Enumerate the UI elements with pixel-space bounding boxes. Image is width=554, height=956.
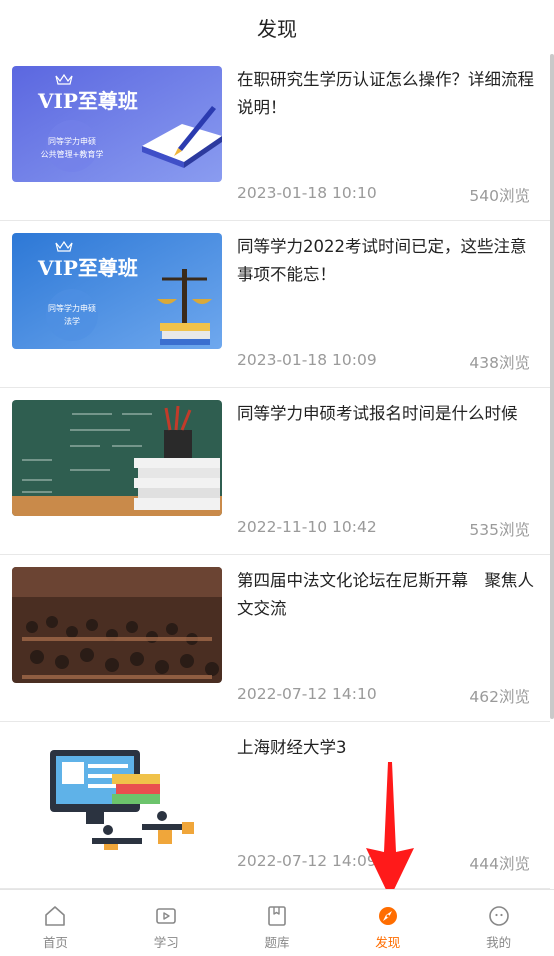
view-count: 462浏览 [469,688,530,706]
tab-label: 我的 [486,935,512,950]
view-count: 438浏览 [469,354,530,372]
video-icon [156,908,176,924]
tab-mine[interactable]: 我的 [443,890,554,956]
list-item[interactable]: VIP至尊班 同等学力申硕 公共管理+教育学 在职研究生学历认证怎么操作？详细流… [0,54,550,221]
view-count: 444浏览 [469,855,530,873]
article-date: 2022-07-12 14:09 [237,852,377,870]
tab-label: 题库 [264,935,290,950]
article-date: 2022-11-10 10:42 [237,518,377,536]
view-count: 540浏览 [469,187,530,205]
article-date: 2022-07-12 14:10 [237,685,377,703]
view-count: 535浏览 [469,521,530,539]
thumbnail-line: 法学 [64,316,80,326]
tab-question-bank[interactable]: 题库 [222,890,333,956]
article-title[interactable]: 第四届中法文化论坛在尼斯开幕 聚焦人文交流 [237,567,535,623]
article-title[interactable]: 同等学力2022考试时间已定，这些注意事项不能忘！ [237,233,535,289]
list-item[interactable]: 第四届中法文化论坛在尼斯开幕 聚焦人文交流 2022-07-12 14:10 4… [0,555,550,722]
tab-home[interactable]: 首页 [0,890,111,956]
compass-icon [378,907,397,925]
article-thumbnail[interactable] [12,734,222,850]
list-item[interactable]: VIP至尊班 同等学力申硕 法学 同等学力2022考试时间已定，这些注意事项不能… [0,221,550,388]
thumbnail-line: 公共管理+教育学 [41,149,104,159]
tab-label: 首页 [42,935,68,950]
article-thumbnail[interactable] [12,567,222,683]
tab-label: 发现 [375,935,401,950]
page-title: 发现 [0,0,554,54]
tab-study[interactable]: 学习 [111,890,222,956]
thumbnail-line: 同等学力申硕 [48,303,96,313]
list-item[interactable]: 同等学力申硕考试报名时间是什么时候 2022-11-10 10:42 535浏览 [0,388,550,555]
list-item[interactable]: 上海财经大学3 2022-07-12 14:09 444浏览 [0,722,550,889]
thumbnail-line: 同等学力申硕 [48,136,96,146]
article-title[interactable]: 在职研究生学历认证怎么操作？详细流程说明！ [237,66,535,122]
article-date: 2023-01-18 10:10 [237,184,377,202]
article-thumbnail[interactable]: VIP至尊班 同等学力申硕 公共管理+教育学 [12,66,222,182]
article-thumbnail[interactable]: VIP至尊班 同等学力申硕 法学 [12,233,222,349]
scrollbar[interactable] [550,54,554,719]
thumbnail-heading: VIP至尊班 [37,256,138,280]
thumbnail-heading: VIP至尊班 [37,89,138,113]
home-icon [45,906,66,926]
article-thumbnail[interactable] [12,400,222,516]
article-date: 2023-01-18 10:09 [237,351,377,369]
bottom-tab-bar: 首页 学习 题库 发现 我的 [0,889,554,956]
book-icon [268,906,286,926]
tab-discover[interactable]: 发现 [332,890,443,956]
article-title[interactable]: 同等学力申硕考试报名时间是什么时候 [237,400,535,428]
annotation-arrow-icon [366,762,414,898]
user-face-icon [488,906,509,926]
tab-label: 学习 [153,935,179,950]
article-title[interactable]: 上海财经大学3 [237,734,535,762]
article-list: VIP至尊班 同等学力申硕 公共管理+教育学 在职研究生学历认证怎么操作？详细流… [0,54,550,889]
